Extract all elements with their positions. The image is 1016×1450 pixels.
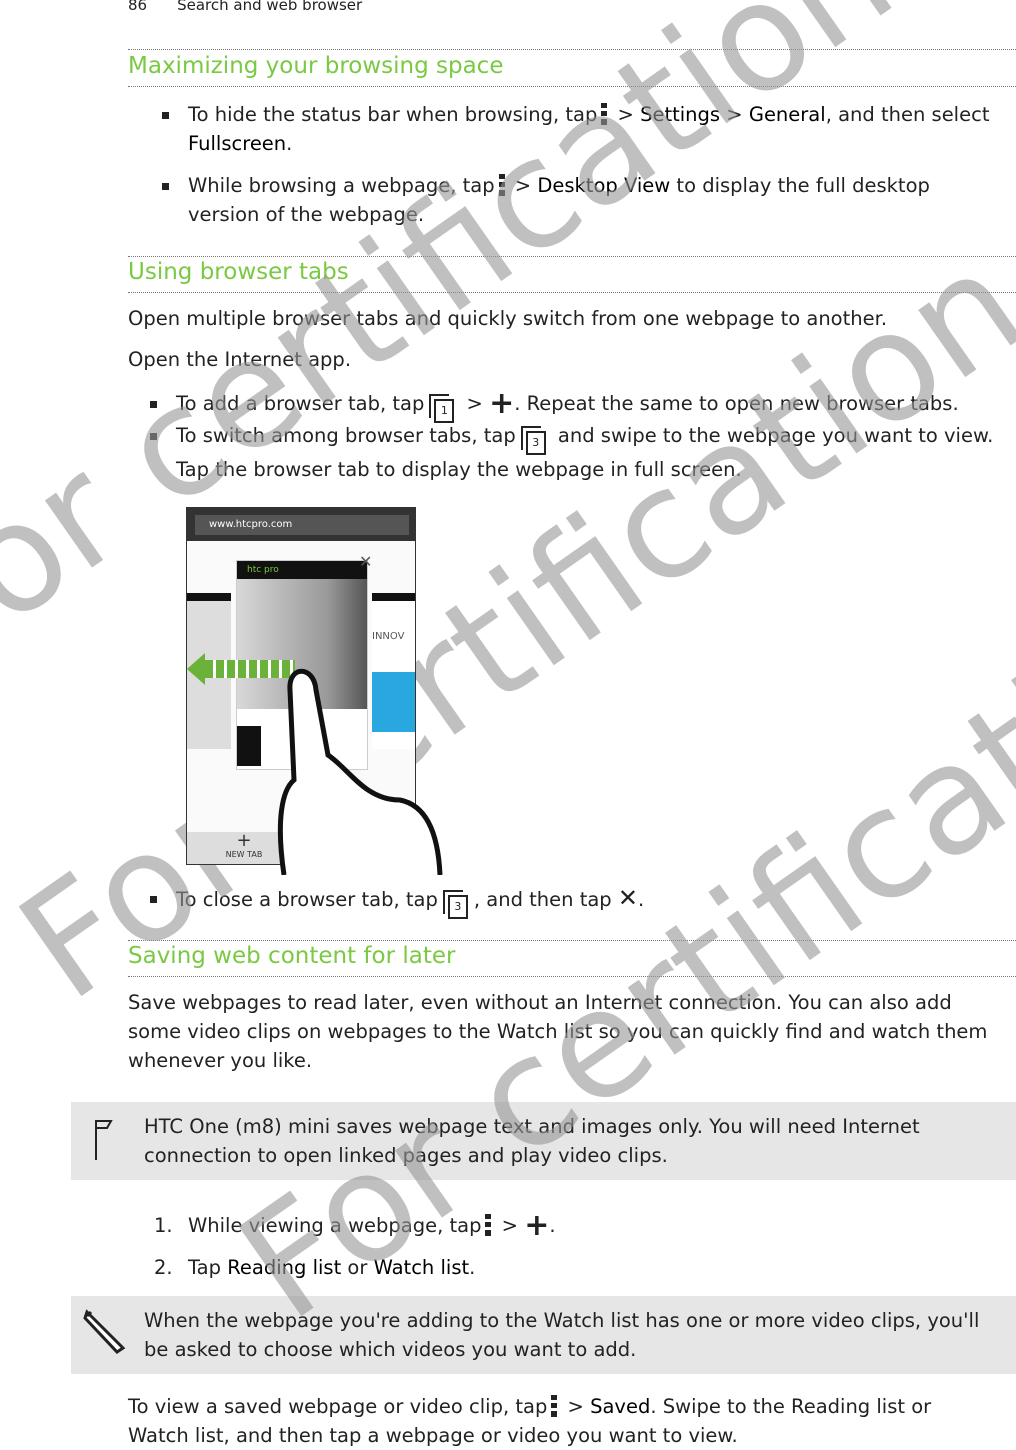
pencil-icon [83, 1309, 126, 1354]
section-title: Using browser tabs [128, 259, 349, 285]
divider [128, 49, 1016, 50]
divider [128, 86, 1016, 87]
step-item: 1. While viewing a webpage, tap > +. [154, 1208, 556, 1243]
watermark: For certification only [0, 8, 1016, 1034]
note-text: HTC One (m8) mini saves webpage text and… [144, 1115, 920, 1167]
plus-icon: + [524, 1208, 550, 1243]
step-item: 2. Tap Reading list or Watch list. [154, 1256, 476, 1279]
new-tab-label: NEW TAB [225, 850, 263, 859]
list-item: To hide the status bar when browsing, ta… [162, 100, 996, 158]
page-header: 86 Search and web browser [128, 0, 392, 14]
divider [128, 976, 1016, 977]
tip-text: When the webpage you're adding to the Wa… [144, 1309, 980, 1361]
menu-icon [551, 1395, 558, 1417]
paragraph: Open multiple browser tabs and quickly s… [128, 307, 888, 330]
divider [128, 256, 1016, 257]
list-item: To switch among browser tabs, tap 3 and s… [150, 421, 996, 484]
finger-hand-icon [277, 668, 443, 875]
list-item: To close a browser tab, tap 3, and then t… [150, 884, 996, 919]
paragraph: Save webpages to read later, even withou… [128, 991, 988, 1072]
url-bar: www.htcpro.com [195, 515, 409, 535]
tabs-icon: 1 [434, 399, 455, 423]
tabs-icon: 3 [525, 431, 546, 455]
tip-box: When the webpage you're adding to the Wa… [71, 1296, 1016, 1374]
menu-icon [498, 174, 505, 196]
paragraph: To view a saved webpage or video clip, t… [128, 1395, 932, 1447]
chapter-title: Search and web browser [177, 0, 363, 14]
menu-icon [485, 1214, 492, 1236]
menu-icon [601, 103, 608, 125]
page-number: 86 [128, 0, 148, 14]
close-icon: ✕ [617, 884, 639, 912]
paragraph: Open the Internet app. [128, 348, 352, 371]
tabs-icon: 3 [447, 895, 468, 919]
flag-icon [95, 1120, 113, 1160]
section-title: Saving web content for later [128, 943, 456, 969]
list-item: While browsing a webpage, tap > Desktop … [162, 171, 996, 229]
note-box: HTC One (m8) mini saves webpage text and… [71, 1102, 1016, 1180]
divider [128, 292, 1016, 293]
plus-icon: + [489, 386, 515, 421]
section-title: Maximizing your browsing space [128, 53, 504, 79]
divider [128, 940, 1016, 941]
list-item: To add a browser tab, tap 1 > +. Repeat t… [150, 386, 996, 423]
close-icon: ✕ [359, 552, 373, 571]
swipe-arrow-icon [187, 653, 205, 685]
